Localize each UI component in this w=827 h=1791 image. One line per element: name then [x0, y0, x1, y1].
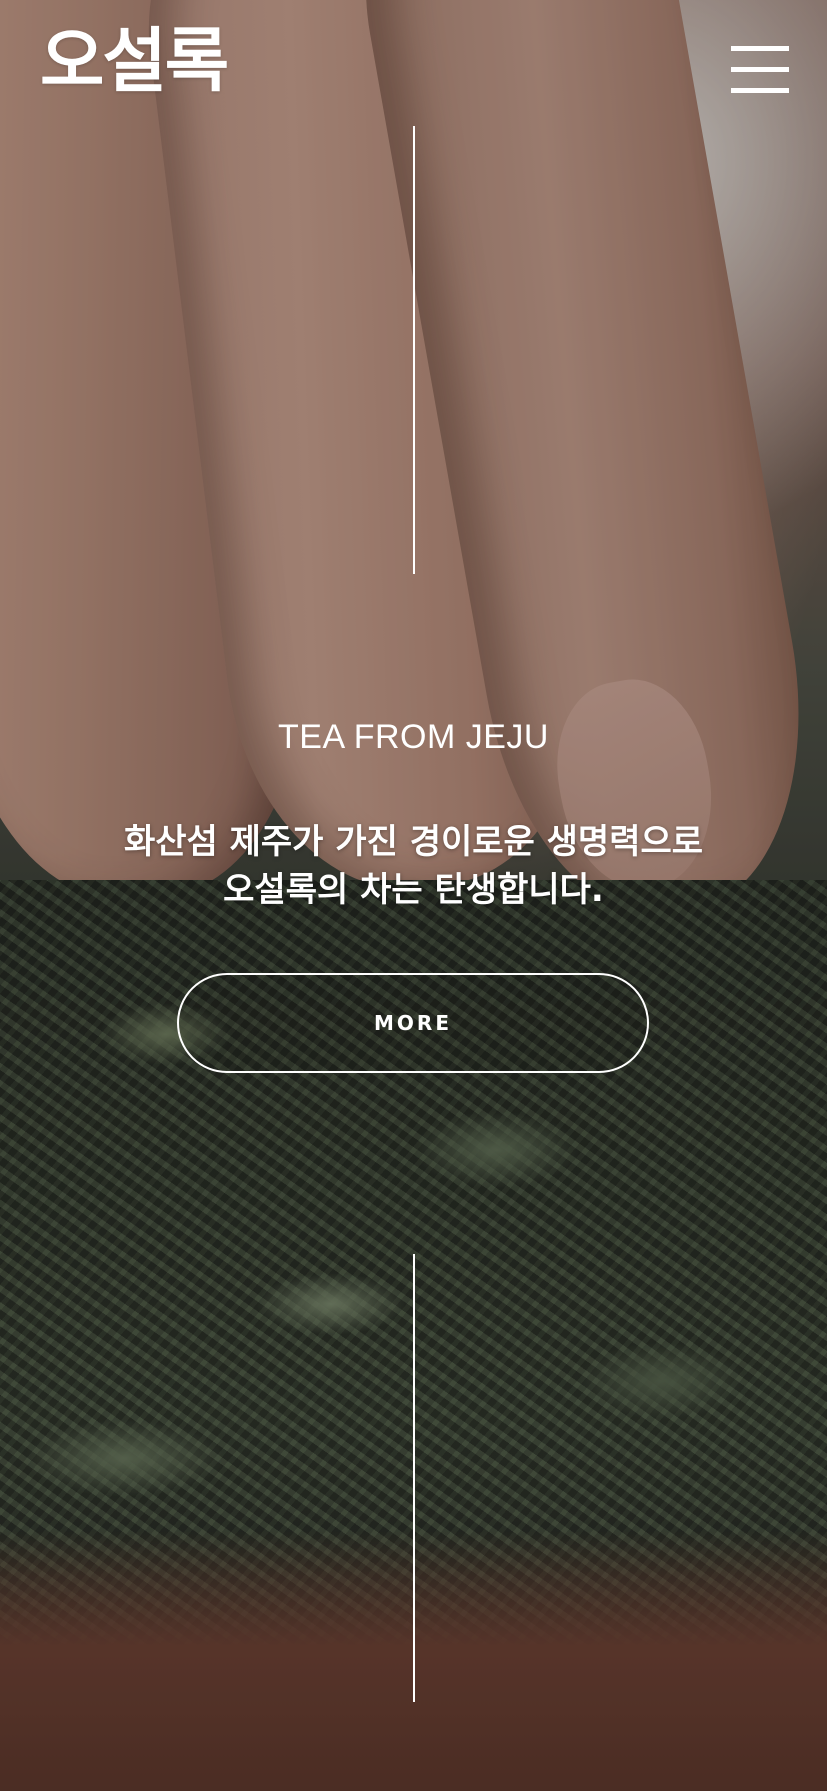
divider-line-top: [413, 126, 415, 574]
hero-headline-line: 화산섬 제주가 가진 경이로운 생명력으로: [123, 822, 704, 862]
hamburger-menu-icon[interactable]: [731, 46, 789, 94]
brand-logo[interactable]: 오설록: [40, 26, 229, 96]
menu-bar: [731, 88, 789, 93]
more-button[interactable]: MORE: [177, 973, 649, 1073]
menu-bar: [731, 67, 789, 72]
hero-headline-line: 오설록의 차는 탄생합니다.: [223, 870, 604, 910]
hero-eyebrow: TEA FROM JEJU: [278, 718, 549, 756]
hero-headline: 화산섬 제주가 가진 경이로운 생명력으로 오설록의 차는 탄생합니다.: [40, 818, 787, 914]
divider-line-bottom: [413, 1254, 415, 1702]
menu-bar: [731, 46, 789, 51]
